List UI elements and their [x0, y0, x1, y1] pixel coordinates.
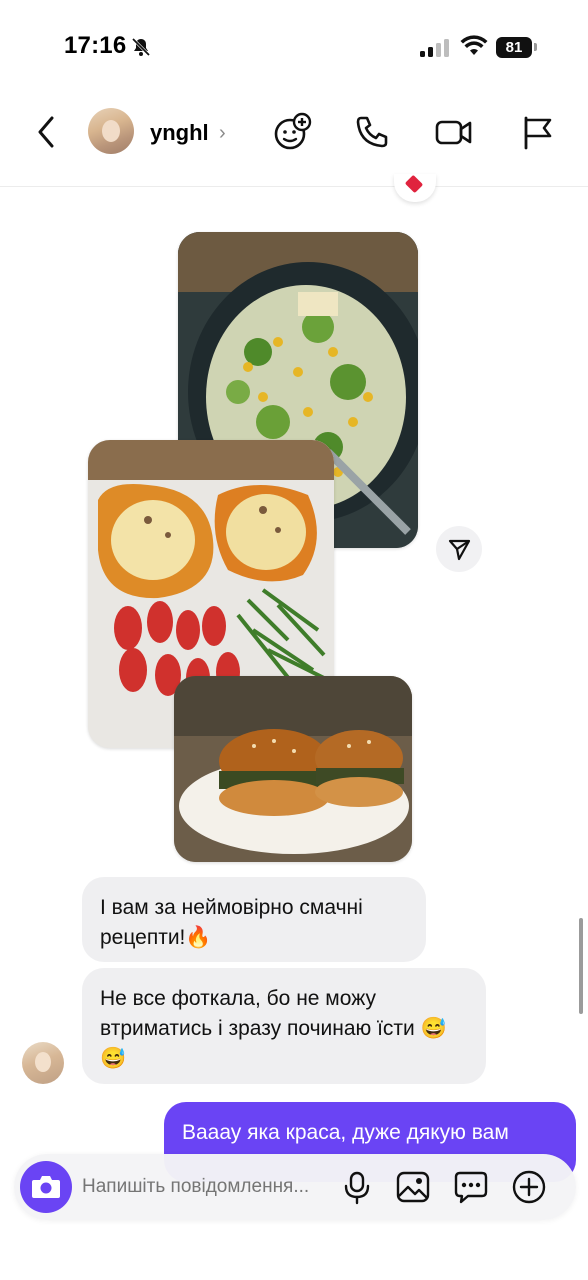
share-icon: [448, 539, 471, 561]
mute-bell-icon: [131, 37, 151, 57]
reaction-heart[interactable]: [394, 174, 436, 202]
battery-tip: [534, 43, 537, 51]
status-bar: 17:16 81: [0, 0, 588, 94]
sender-avatar[interactable]: [22, 1042, 64, 1084]
chat-header: ynghl ›: [0, 94, 588, 187]
share-button[interactable]: [436, 526, 482, 572]
back-arrow-icon[interactable]: [32, 112, 62, 152]
chevron-right-icon[interactable]: ›: [219, 122, 226, 145]
shared-photo-burgers[interactable]: [174, 676, 412, 862]
contact-avatar[interactable]: [88, 108, 134, 154]
gallery-icon[interactable]: [394, 1168, 432, 1206]
battery-indicator: 81: [496, 37, 532, 58]
message-composer: [14, 1154, 576, 1220]
wifi-icon: [460, 35, 488, 55]
message-input[interactable]: [82, 1174, 332, 1200]
video-icon[interactable]: [434, 112, 474, 152]
contact-username[interactable]: ynghl: [150, 120, 209, 146]
plus-icon[interactable]: [510, 1168, 548, 1206]
incoming-message[interactable]: Не все фоткала, бо не можу втриматись і …: [82, 968, 486, 1084]
microphone-icon[interactable]: [338, 1168, 376, 1206]
emoji-add-icon[interactable]: [272, 112, 312, 152]
camera-button[interactable]: [20, 1161, 72, 1213]
sticker-icon[interactable]: [452, 1168, 490, 1206]
cellular-signal-icon: [420, 39, 449, 57]
scrollbar[interactable]: [579, 918, 583, 1014]
incoming-message[interactable]: І вам за неймовірно смачні рецепти!🔥: [82, 877, 426, 962]
flag-icon[interactable]: [518, 112, 558, 152]
clock: 17:16: [64, 32, 127, 59]
phone-icon[interactable]: [352, 112, 392, 152]
camera-icon: [32, 1176, 60, 1198]
